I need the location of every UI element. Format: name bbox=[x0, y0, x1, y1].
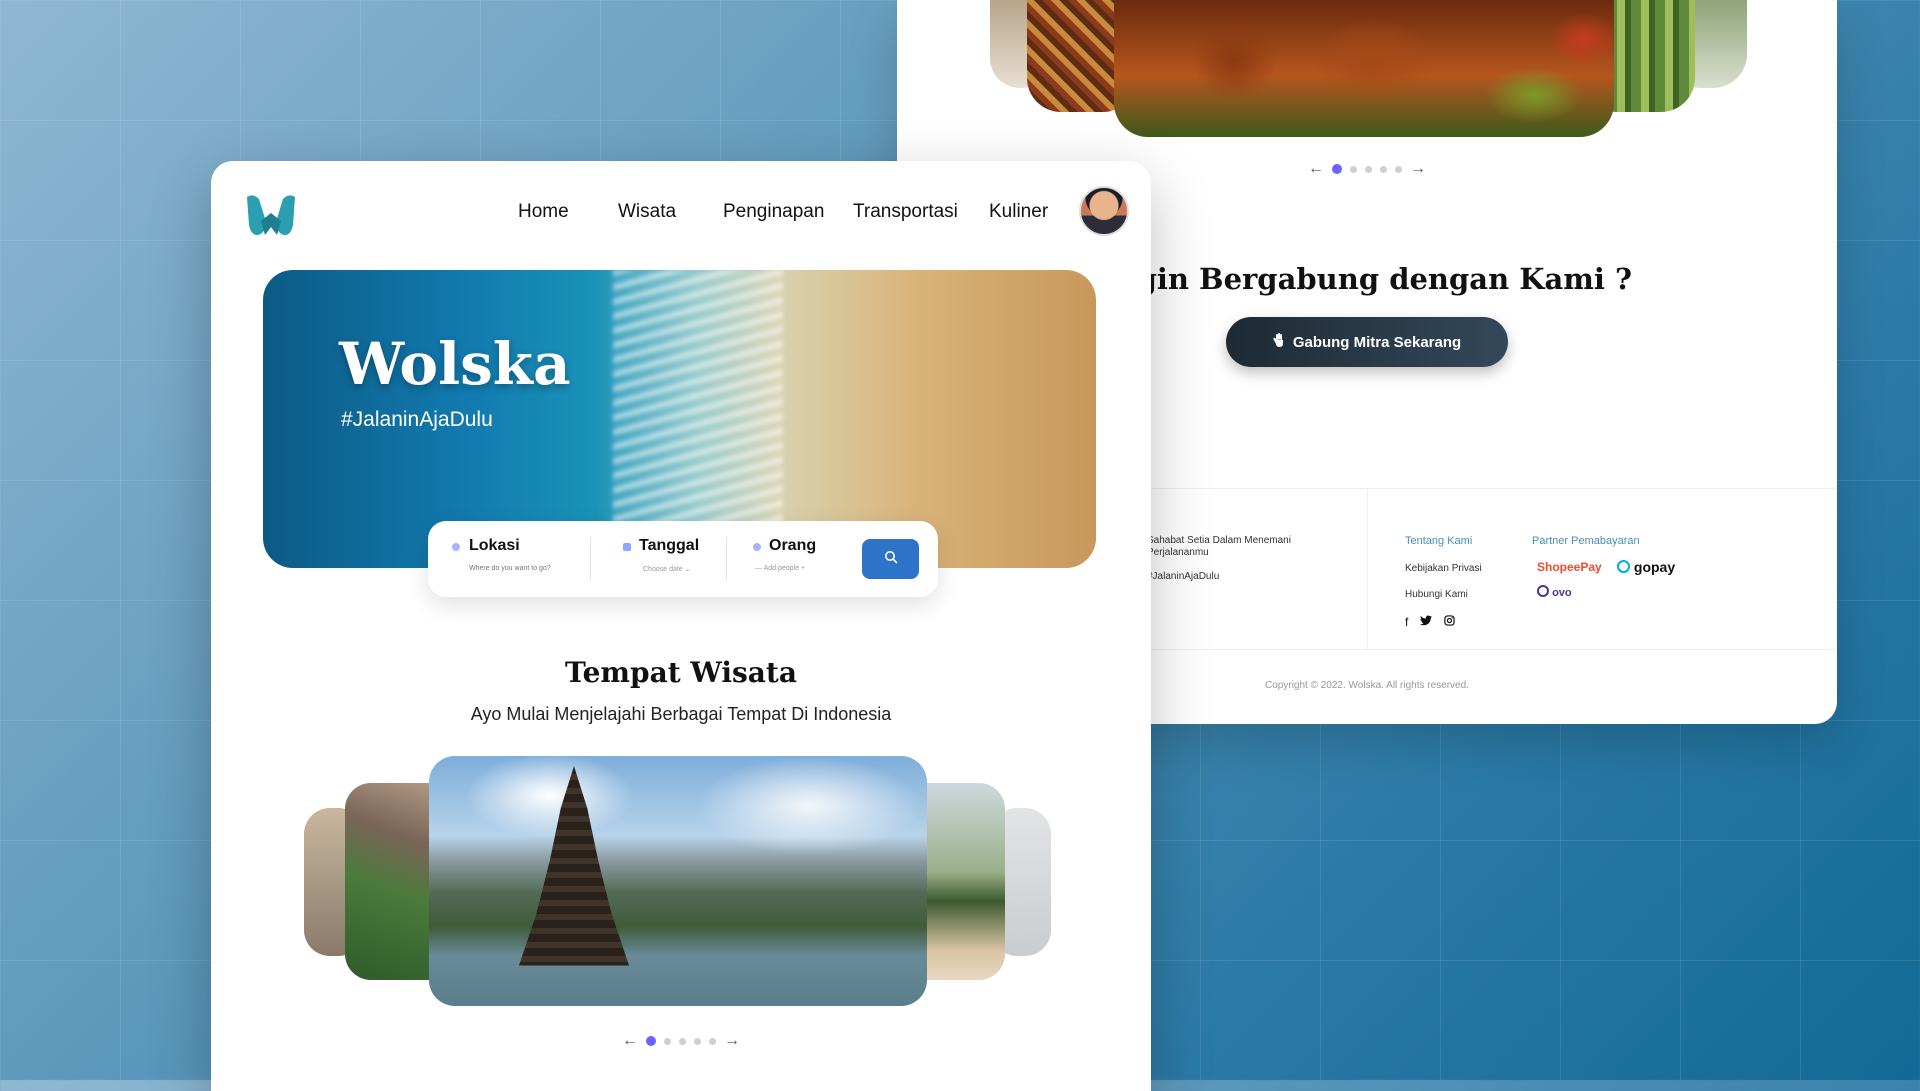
footer-link-privacy[interactable]: Kebijakan Privasi bbox=[1405, 563, 1482, 574]
date-placeholder: Choose date bbox=[643, 566, 683, 573]
people-stepper[interactable]: — Add people + bbox=[755, 565, 845, 572]
footer-divider bbox=[1367, 489, 1368, 649]
nav-kuliner[interactable]: Kuliner bbox=[989, 201, 1048, 223]
section-title: Tempat Wisata bbox=[564, 656, 798, 689]
social-links: f bbox=[1405, 615, 1456, 629]
arrow-left-icon[interactable]: ← bbox=[1308, 160, 1324, 178]
date-field[interactable]: Tanggal Choose date ⌄ bbox=[591, 521, 726, 597]
person-icon bbox=[753, 543, 761, 551]
carousel-dot[interactable] bbox=[1365, 165, 1372, 173]
nav-penginapan[interactable]: Penginapan bbox=[723, 201, 824, 223]
ovo-logo: ovo bbox=[1537, 585, 1572, 599]
calendar-icon bbox=[623, 543, 631, 551]
carousel-dot[interactable] bbox=[1395, 165, 1402, 173]
nav-home[interactable]: Home bbox=[518, 201, 569, 223]
nav-wisata[interactable]: Wisata bbox=[618, 201, 676, 223]
destination-carousel bbox=[211, 756, 1151, 1006]
carousel-dot[interactable] bbox=[679, 1037, 686, 1045]
carousel-dot[interactable] bbox=[1350, 165, 1357, 173]
minus-icon[interactable]: — bbox=[755, 565, 764, 572]
carousel-dot[interactable] bbox=[646, 1036, 656, 1046]
carousel-dot[interactable] bbox=[694, 1037, 701, 1045]
search-button[interactable] bbox=[862, 539, 919, 579]
section-subtitle: Ayo Mulai Menjelajahi Berbagai Tempat Di… bbox=[470, 704, 892, 724]
carousel-dot[interactable] bbox=[1332, 164, 1342, 174]
footer-hashtag: #JalaninAjaDulu bbox=[1147, 571, 1220, 582]
location-label: Lokasi bbox=[469, 537, 520, 554]
location-field[interactable]: Lokasi bbox=[428, 521, 588, 597]
arrow-left-icon[interactable]: ← bbox=[622, 1032, 638, 1050]
ovo-label: ovo bbox=[1552, 587, 1572, 599]
facebook-icon[interactable]: f bbox=[1405, 615, 1408, 629]
destination-card-featured[interactable] bbox=[429, 756, 927, 1006]
culinary-carousel bbox=[897, 0, 1837, 150]
join-button-label: Gabung Mitra Sekarang bbox=[1292, 333, 1462, 351]
gopay-label: gopay bbox=[1633, 559, 1676, 575]
search-bar: Lokasi Tanggal Choose date ⌄ Orang — Add… bbox=[428, 521, 938, 597]
date-select[interactable]: Choose date ⌄ bbox=[643, 565, 723, 573]
culinary-card-featured[interactable] bbox=[1114, 0, 1614, 137]
search-icon bbox=[884, 550, 898, 568]
culinary-carousel-pagination: ← → bbox=[1308, 160, 1426, 178]
shopeepay-logo: ShopeePay bbox=[1537, 560, 1602, 574]
user-avatar[interactable] bbox=[1079, 186, 1129, 236]
twitter-icon[interactable] bbox=[1420, 615, 1433, 629]
gopay-logo: gopay bbox=[1617, 559, 1675, 575]
gopay-icon bbox=[1617, 560, 1630, 573]
location-pin-icon bbox=[452, 543, 460, 551]
nav-transportasi[interactable]: Transportasi bbox=[853, 201, 958, 223]
join-partner-button[interactable]: Gabung Mitra Sekarang bbox=[1226, 317, 1508, 367]
temple-image bbox=[519, 766, 629, 966]
destination-carousel-pagination: ← → bbox=[622, 1032, 740, 1050]
carousel-dot[interactable] bbox=[709, 1037, 716, 1045]
footer-link-about[interactable]: Tentang Kami bbox=[1405, 535, 1472, 547]
arrow-right-icon[interactable]: → bbox=[1410, 160, 1426, 178]
footer-tagline: Sahabat Setia Dalam Menemani Perjalananm… bbox=[1147, 535, 1291, 558]
hero-hashtag: #JalaninAjaDulu bbox=[341, 408, 493, 431]
carousel-dot[interactable] bbox=[1380, 165, 1387, 173]
chevron-down-icon: ⌄ bbox=[684, 566, 691, 573]
ovo-icon bbox=[1537, 585, 1549, 597]
date-label: Tanggal bbox=[639, 537, 700, 554]
footer-link-contact[interactable]: Hubungi Kami bbox=[1405, 589, 1468, 600]
front-page-preview: Home Wisata Penginapan Transportasi Kuli… bbox=[211, 161, 1151, 1091]
hero-title: Wolska bbox=[339, 330, 571, 398]
instagram-icon[interactable] bbox=[1444, 615, 1456, 629]
people-field[interactable]: Orang — Add people + bbox=[727, 521, 857, 597]
people-placeholder: Add people bbox=[763, 565, 799, 572]
people-label: Orang bbox=[769, 537, 817, 554]
arrow-right-icon[interactable]: → bbox=[724, 1032, 740, 1050]
plus-icon[interactable]: + bbox=[801, 565, 805, 572]
wolska-logo[interactable] bbox=[243, 191, 299, 241]
location-input[interactable] bbox=[469, 565, 579, 572]
hand-icon bbox=[1273, 333, 1285, 351]
carousel-dot[interactable] bbox=[664, 1037, 671, 1045]
partner-heading: Partner Pemabayaran bbox=[1532, 535, 1640, 547]
